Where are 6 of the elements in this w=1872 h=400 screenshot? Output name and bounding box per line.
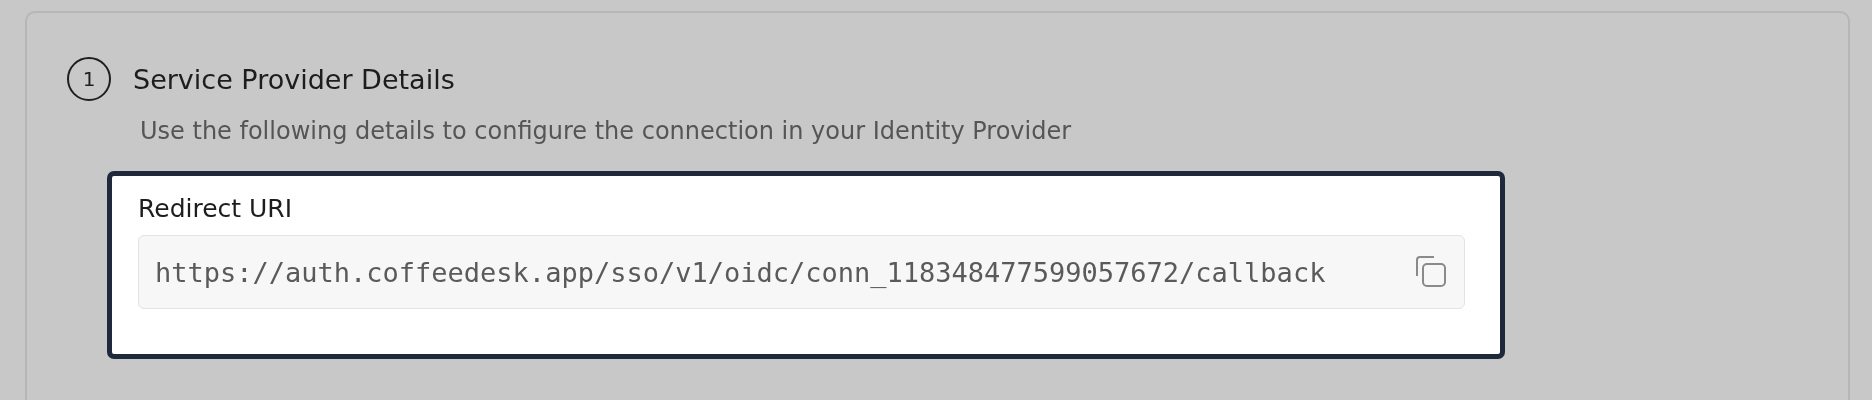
- section-description: Use the following details to configure the connection in your Identity Provider: [140, 117, 1073, 145]
- copy-icon[interactable]: [1414, 255, 1448, 289]
- step-number: 1: [67, 57, 111, 101]
- redirect-uri-field[interactable]: https://auth.coffeedesk.app/sso/v1/oidc/conn_118348477599057672/callback: [138, 235, 1465, 309]
- section-title: Service Provider Details: [133, 63, 455, 95]
- field-label: Redirect URI: [138, 194, 294, 223]
